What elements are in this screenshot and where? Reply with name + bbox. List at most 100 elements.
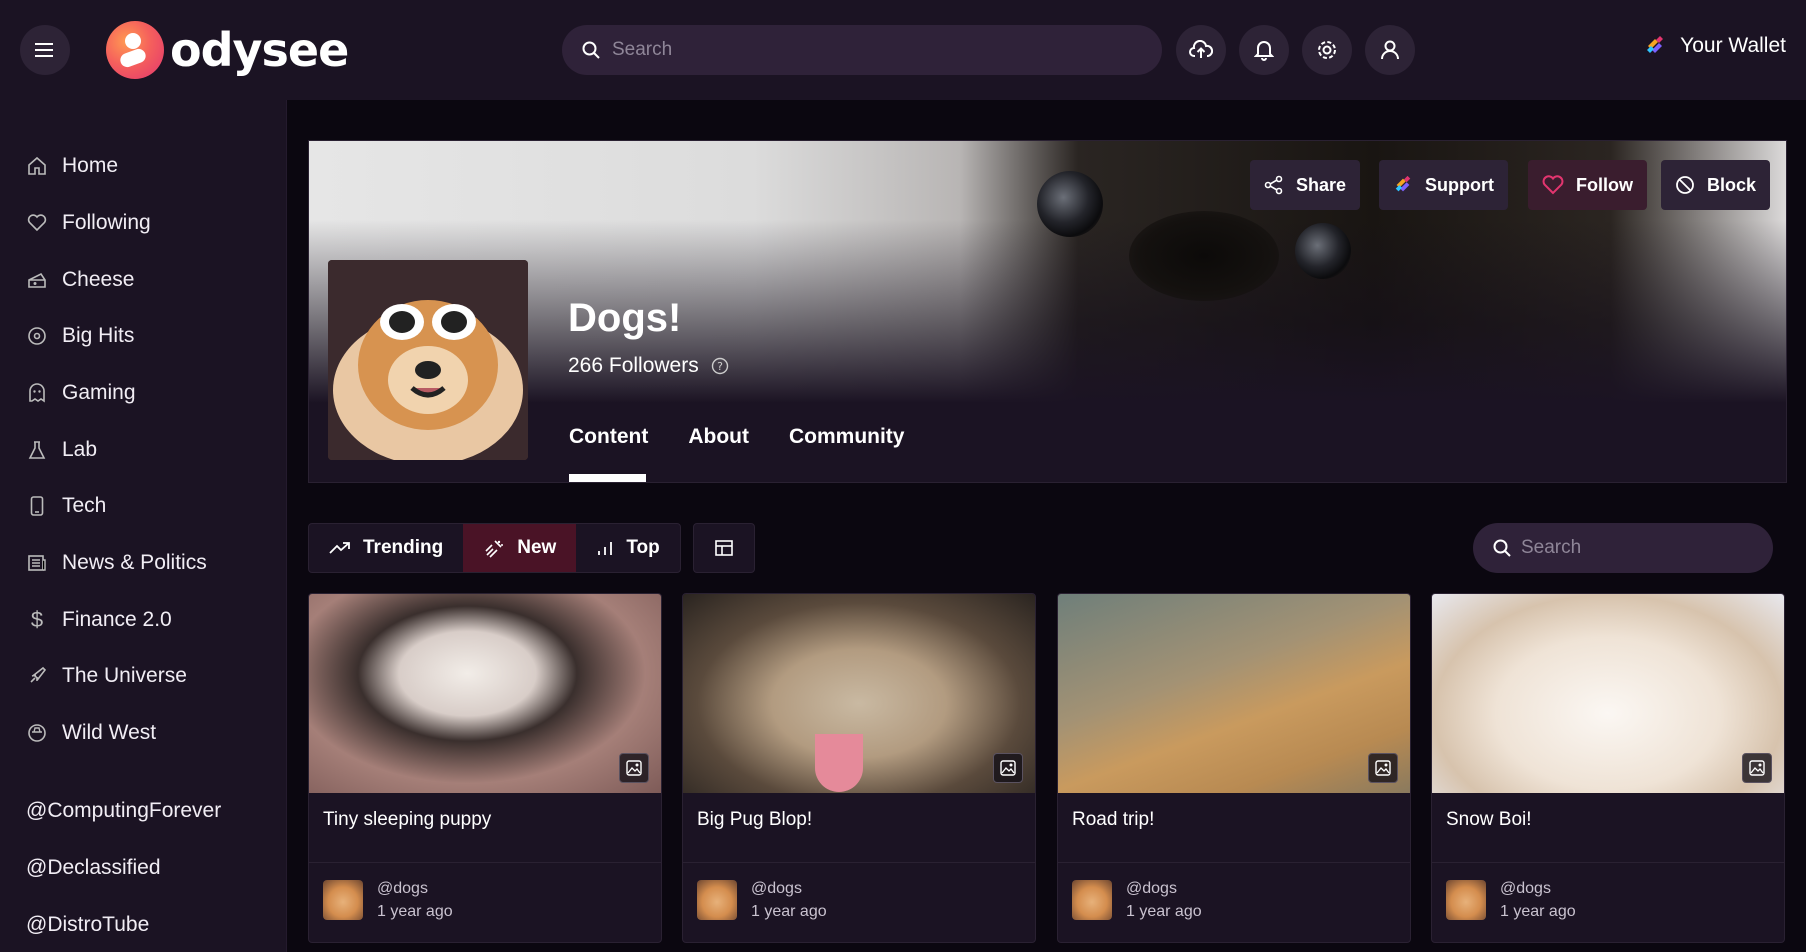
dollar-icon: $ — [30, 607, 44, 632]
channel-label: @DistroTube — [26, 913, 150, 936]
upload-button[interactable] — [1176, 25, 1226, 75]
meta-text: @dogs 1 year ago — [377, 877, 453, 923]
sidebar-item-label: Big Hits — [62, 324, 135, 347]
sidebar-item-lab[interactable]: Lab — [26, 438, 97, 462]
share-button[interactable]: Share — [1250, 160, 1361, 210]
trending-filter-button[interactable]: Trending — [309, 524, 463, 572]
channel-avatar[interactable] — [1446, 880, 1486, 920]
cover-decoration — [1037, 171, 1103, 237]
sidebar-item-wild-west[interactable]: Wild West — [26, 721, 156, 745]
tab-about[interactable]: About — [688, 425, 749, 449]
odysee-logo[interactable]: odysee — [106, 18, 349, 82]
content-card[interactable]: Road trip! @dogs 1 year ago — [1057, 593, 1411, 943]
image-icon — [1749, 760, 1765, 776]
content-card[interactable]: Snow Boi! @dogs 1 year ago — [1431, 593, 1785, 943]
thumbnail[interactable] — [1432, 594, 1784, 793]
sidebar-item-following[interactable]: Following — [26, 211, 151, 235]
heart-icon — [26, 212, 48, 234]
support-button[interactable]: Support — [1379, 160, 1508, 210]
settings-button[interactable] — [1302, 25, 1352, 75]
new-label: New — [517, 537, 557, 558]
sidebar: Home Following Cheese Big Hits Gaming La… — [0, 100, 287, 952]
sidebar-item-label: Finance 2.0 — [62, 608, 172, 631]
content-card[interactable]: Tiny sleeping puppy @dogs 1 year ago — [308, 593, 662, 943]
sidebar-item-gaming[interactable]: Gaming — [26, 381, 136, 405]
sidebar-item-label: Lab — [62, 438, 98, 461]
support-label: Support — [1425, 174, 1494, 195]
sidebar-item-label: Wild West — [62, 721, 157, 744]
wallet-button[interactable]: Your Wallet — [1644, 34, 1786, 58]
top-label: Top — [626, 537, 660, 558]
layout-icon — [715, 540, 733, 556]
new-filter-button[interactable]: New — [463, 524, 577, 572]
home-icon — [26, 155, 48, 177]
menu-button[interactable] — [20, 25, 70, 75]
sidebar-channel-computingforever[interactable]: @ComputingForever — [26, 799, 221, 823]
card-title[interactable]: Snow Boi! — [1432, 793, 1784, 863]
cover-decoration — [1129, 211, 1279, 301]
channel-avatar[interactable] — [1072, 880, 1112, 920]
image-type-badge — [1742, 753, 1772, 783]
channel-avatar[interactable] — [323, 880, 363, 920]
card-meta: @dogs 1 year ago — [683, 863, 1035, 937]
sidebar-item-home[interactable]: Home — [26, 154, 118, 178]
tab-community[interactable]: Community — [789, 425, 905, 449]
thumbnail[interactable] — [1058, 594, 1410, 793]
sort-filter-bar: Trending New Top — [308, 523, 681, 573]
card-channel[interactable]: @dogs — [377, 877, 453, 900]
sidebar-item-cheese[interactable]: Cheese — [26, 268, 134, 292]
card-channel[interactable]: @dogs — [751, 877, 827, 900]
account-button[interactable] — [1365, 25, 1415, 75]
search-input[interactable] — [612, 39, 1132, 61]
channel-search-input[interactable] — [1521, 537, 1761, 559]
sidebar-channel-declassified[interactable]: @Declassified — [26, 856, 161, 880]
follow-label: Follow — [1576, 174, 1633, 195]
layout-toggle-button[interactable] — [693, 523, 755, 573]
card-meta: @dogs 1 year ago — [1432, 863, 1784, 937]
disc-icon — [26, 325, 48, 347]
channel-avatar[interactable] — [697, 880, 737, 920]
sidebar-item-tech[interactable]: Tech — [26, 494, 106, 518]
tab-content[interactable]: Content — [569, 425, 648, 449]
svg-text:?: ? — [717, 360, 723, 373]
sidebar-item-big-hits[interactable]: Big Hits — [26, 324, 134, 348]
bar-chart-icon — [598, 542, 613, 555]
thumbnail[interactable] — [309, 594, 661, 793]
sidebar-channel-distrotube[interactable]: @DistroTube — [26, 913, 149, 937]
channel-search[interactable] — [1473, 523, 1773, 573]
card-channel[interactable]: @dogs — [1500, 877, 1576, 900]
channel-tabs: Content About Community — [569, 425, 904, 449]
followers-label: 266 Followers — [568, 354, 699, 377]
card-title[interactable]: Big Pug Blop! — [683, 793, 1035, 863]
card-time: 1 year ago — [1500, 903, 1576, 920]
heart-icon — [1542, 175, 1564, 195]
menu-icon — [35, 43, 53, 57]
trending-icon — [329, 542, 350, 554]
sidebar-item-the-universe[interactable]: The Universe — [26, 664, 187, 688]
notifications-button[interactable] — [1239, 25, 1289, 75]
image-icon — [1375, 760, 1391, 776]
card-title[interactable]: Road trip! — [1058, 793, 1410, 863]
image-icon — [1000, 760, 1016, 776]
card-channel[interactable]: @dogs — [1126, 877, 1202, 900]
help-icon[interactable]: ? — [711, 357, 729, 375]
thumbnail[interactable] — [683, 594, 1035, 793]
block-label: Block — [1707, 174, 1757, 195]
fire-icon — [485, 540, 504, 558]
header-search[interactable] — [562, 25, 1162, 75]
card-title[interactable]: Tiny sleeping puppy — [309, 793, 661, 863]
search-icon — [1493, 539, 1511, 557]
top-filter-button[interactable]: Top — [576, 524, 679, 572]
sidebar-item-finance[interactable]: $ Finance 2.0 — [26, 607, 172, 632]
tongue-decoration — [815, 734, 863, 792]
follow-button[interactable]: Follow — [1528, 160, 1647, 210]
sidebar-item-news-politics[interactable]: News & Politics — [26, 551, 207, 575]
newspaper-icon — [26, 552, 48, 574]
search-icon — [582, 41, 600, 59]
logo-mark-icon — [106, 21, 164, 79]
content-card[interactable]: Big Pug Blop! @dogs 1 year ago — [682, 593, 1036, 943]
meta-text: @dogs 1 year ago — [1500, 877, 1576, 923]
ghost-icon — [26, 382, 48, 404]
block-button[interactable]: Block — [1661, 160, 1771, 210]
sidebar-item-label: Gaming — [62, 381, 136, 404]
